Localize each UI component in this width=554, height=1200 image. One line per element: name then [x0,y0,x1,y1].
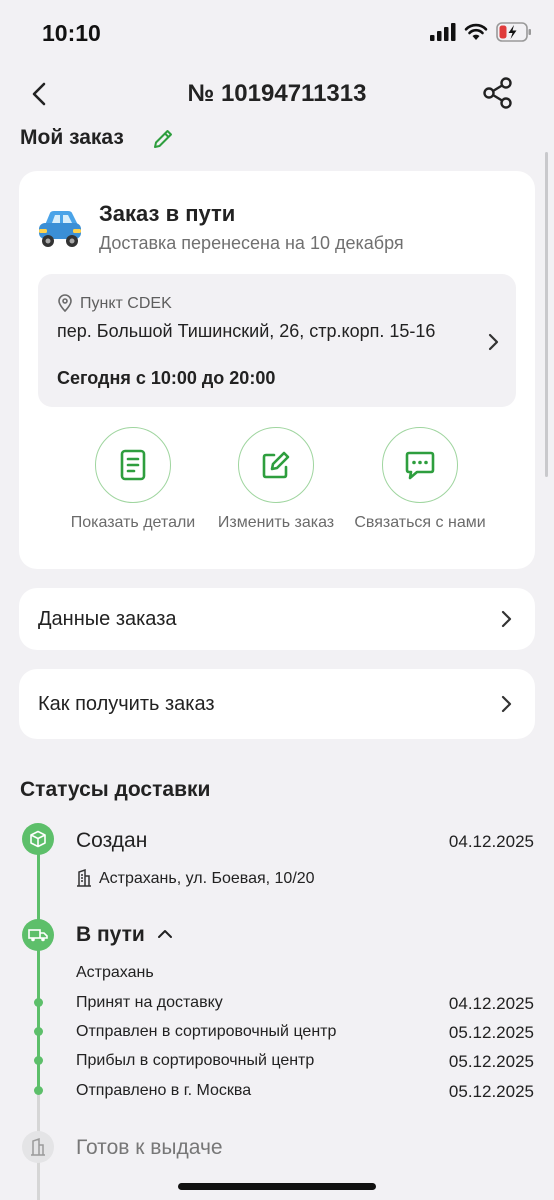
signal-icon [430,23,456,41]
truck-icon [28,929,48,942]
created-title: Создан [76,829,148,852]
share-button[interactable] [482,76,514,110]
contact-us-label: Связаться с нами [354,514,486,531]
show-details-label: Показать детали [70,514,196,531]
order-number-title: № 10194711313 [187,80,367,107]
my-order-title: Мой заказ [20,126,124,149]
chevron-right-icon [488,333,499,351]
change-order-label: Изменить заказ [217,514,335,531]
pickup-hours: Сегодня с 10:00 до 20:00 [57,368,276,388]
delivery-timeline: Создан 04.12.2025 Астрахань, ул. Боевая,… [0,815,554,1200]
event-text: Отправлено в г. Москва [76,1082,252,1099]
pickup-point-block[interactable]: Пункт CDEK пер. Большой Тишинский, 26, с… [38,274,516,407]
pickup-address: пер. Большой Тишинский, 26, стр.корп. 15… [57,321,436,341]
event-dot [34,998,43,1007]
status-bar: 10:10 [0,0,554,64]
event-text: Принят на доставку [76,994,223,1011]
show-details-circle [95,427,171,503]
in-transit-node [22,919,54,951]
status-time: 10:10 [42,20,101,46]
contact-us-circle [382,427,458,503]
event-dot [34,1086,43,1095]
event-dot [34,1027,43,1036]
document-icon [120,449,146,481]
chat-icon [405,451,435,480]
event-text: Отправлен в сортировочный центр [76,1023,337,1040]
pickup-point-type: Пункт CDEK [80,295,172,312]
event-date: 05.12.2025 [448,1082,534,1101]
wifi-icon [464,23,488,40]
event-date: 05.12.2025 [448,1023,534,1042]
event-date: 04.12.2025 [448,994,534,1013]
battery-charging-icon [496,22,531,42]
ready-title: Готов к выдаче [76,1136,223,1159]
event-dot [34,1056,43,1065]
change-order-button[interactable]: Изменить заказ [206,427,346,533]
event-text: Прибыл в сортировочный центр [76,1052,315,1069]
edit-order-name-button[interactable] [152,128,174,150]
pencil-icon [154,130,172,148]
in-transit-title: В пути [76,923,145,946]
ready-node [22,1131,54,1163]
delivery-status-subtitle: Доставка перенесена на 10 декабря [99,233,404,253]
in-transit-city: Астрахань [76,964,154,981]
delivery-statuses-title: Статусы доставки [20,778,211,801]
order-data-row[interactable]: Данные заказа [19,588,535,650]
change-order-circle [238,427,314,503]
car-icon [39,211,81,247]
chevron-right-icon [501,695,512,713]
order-status-card: Заказ в пути Доставка перенесена на 10 д… [19,171,535,569]
how-to-receive-row[interactable]: Как получить заказ [19,669,535,739]
share-icon [483,77,512,109]
building-icon [77,869,91,887]
location-pin-icon [58,294,72,312]
header: № 10194711313 [0,64,554,124]
scroll-indicator[interactable] [545,152,548,477]
delivery-status-title: Заказ в пути [99,201,236,226]
created-address: Астрахань, ул. Боевая, 10/20 [99,870,315,887]
show-details-button[interactable]: Показать детали [63,427,203,533]
chevron-right-icon [501,610,512,628]
order-data-label: Данные заказа [38,607,177,630]
how-to-receive-label: Как получить заказ [38,692,215,715]
status-icons [430,22,532,42]
home-indicator[interactable] [178,1183,376,1190]
event-date: 05.12.2025 [448,1052,534,1071]
box-icon [30,830,46,848]
chevron-up-icon[interactable] [157,927,173,941]
contact-us-button[interactable]: Связаться с нами [350,427,490,533]
pencil-icon [262,451,290,479]
building-icon [31,1138,45,1156]
created-node [22,823,54,855]
created-date: 04.12.2025 [448,832,534,851]
